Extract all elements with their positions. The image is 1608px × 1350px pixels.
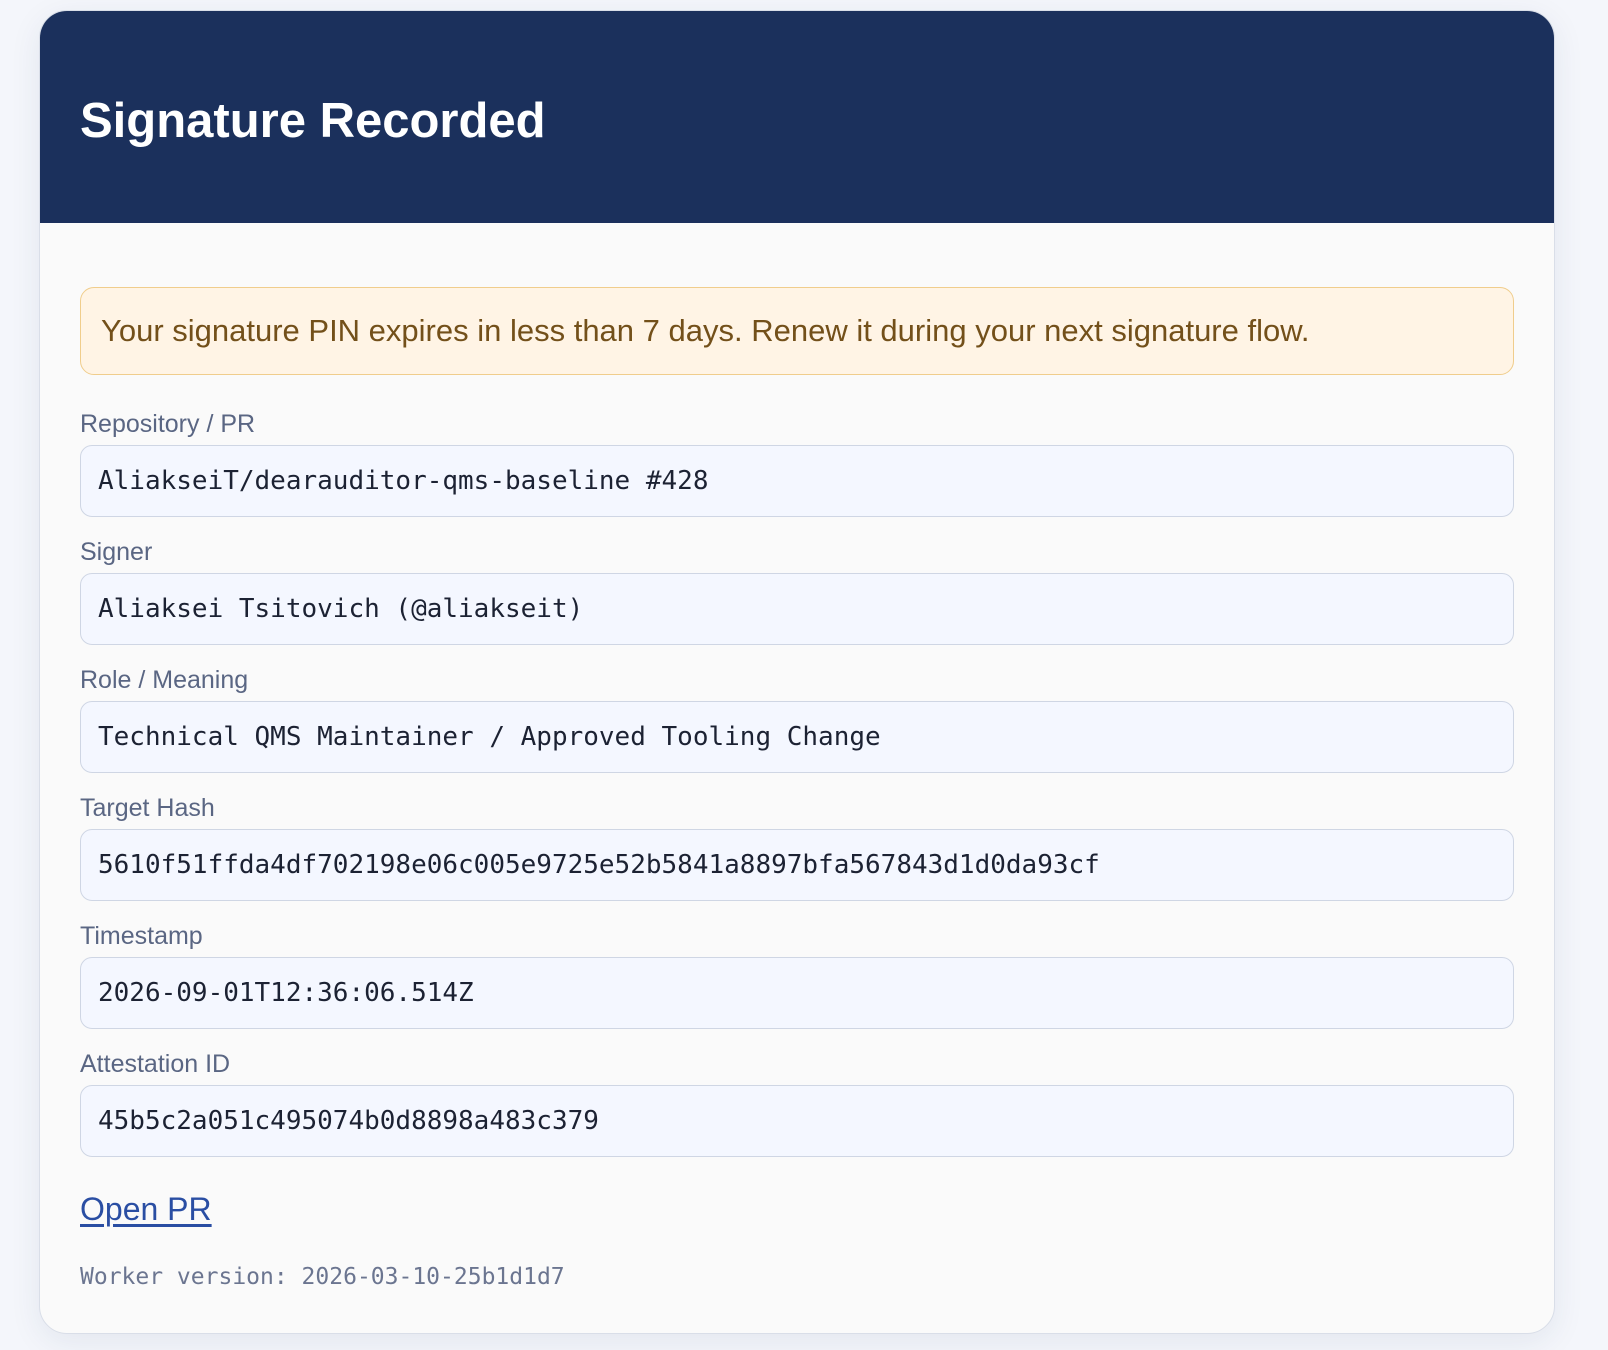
timestamp-value[interactable]: 2026-09-01T12:36:06.514Z [80, 957, 1514, 1029]
role-meaning-value[interactable]: Technical QMS Maintainer / Approved Tool… [80, 701, 1514, 773]
signer-value[interactable]: Aliaksei Tsitovich (@aliakseit) [80, 573, 1514, 645]
field-signer: Signer Aliaksei Tsitovich (@aliakseit) [80, 539, 1514, 645]
page-title: Signature Recorded [80, 94, 546, 148]
field-timestamp: Timestamp 2026-09-01T12:36:06.514Z [80, 923, 1514, 1029]
field-label: Target Hash [80, 794, 215, 822]
pin-expiry-notice: Your signature PIN expires in less than … [80, 287, 1514, 375]
field-label: Role / Meaning [80, 666, 249, 694]
repository-pr-value[interactable]: AliakseiT/dearauditor-qms-baseline #428 [80, 445, 1514, 517]
field-repository-pr: Repository / PR AliakseiT/dearauditor-qm… [80, 411, 1514, 517]
field-role-meaning: Role / Meaning Technical QMS Maintainer … [80, 667, 1514, 773]
card-header: Signature Recorded [40, 11, 1554, 223]
field-label: Signer [80, 538, 153, 566]
card-body: Your signature PIN expires in less than … [40, 223, 1554, 1290]
signature-card: Signature Recorded Your signature PIN ex… [39, 10, 1555, 1334]
attestation-id-value[interactable]: 45b5c2a051c495074b0d8898a483c379 [80, 1085, 1514, 1157]
field-attestation-id: Attestation ID 45b5c2a051c495074b0d8898a… [80, 1051, 1514, 1157]
signature-details: Repository / PR AliakseiT/dearauditor-qm… [80, 411, 1514, 1157]
pin-expiry-notice-text: Your signature PIN expires in less than … [101, 313, 1310, 348]
field-label: Timestamp [80, 922, 203, 950]
field-target-hash: Target Hash 5610f51ffda4df702198e06c005e… [80, 795, 1514, 901]
target-hash-value[interactable]: 5610f51ffda4df702198e06c005e9725e52b5841… [80, 829, 1514, 901]
field-label: Repository / PR [80, 410, 256, 438]
field-label: Attestation ID [80, 1050, 231, 1078]
open-pr-link[interactable]: Open PR [80, 1191, 212, 1228]
worker-version: Worker version: 2026-03-10-25b1d1d7 [80, 1264, 565, 1290]
